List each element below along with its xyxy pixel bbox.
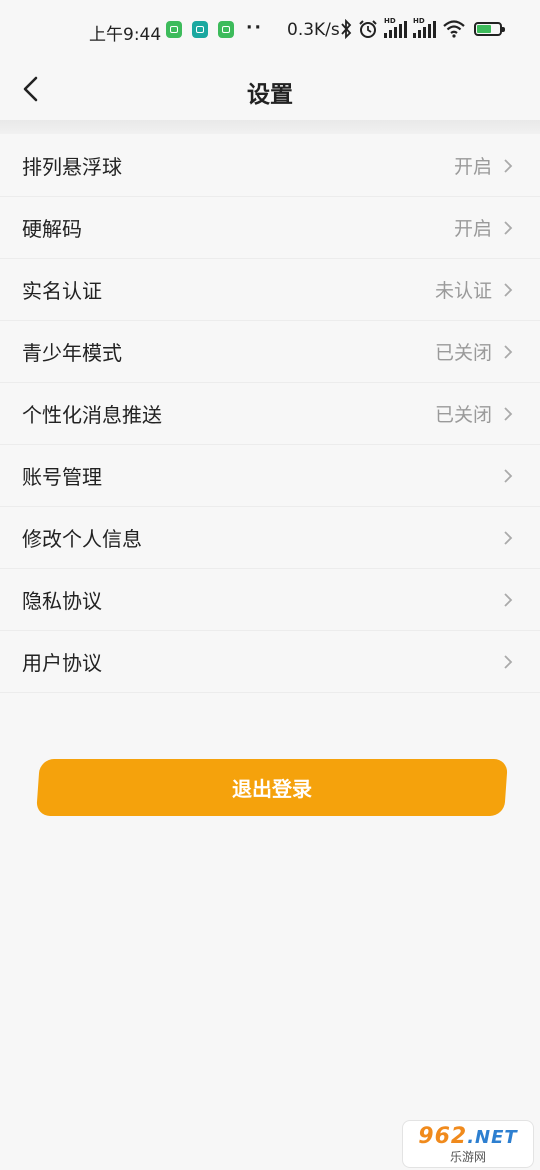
setting-label: 青少年模式 bbox=[22, 341, 122, 365]
alarm-icon bbox=[359, 20, 377, 38]
setting-row-user-agreement[interactable]: 用户协议 bbox=[0, 631, 540, 693]
more-notifications-icon: ·· bbox=[246, 18, 263, 38]
chevron-right-icon bbox=[500, 282, 516, 298]
battery-icon bbox=[474, 22, 505, 36]
setting-row-floating-ball[interactable]: 排列悬浮球 开启 bbox=[0, 135, 540, 197]
setting-value: 未认证 bbox=[434, 280, 492, 302]
signal-strength-icon: HD bbox=[384, 17, 407, 38]
setting-value: 已关闭 bbox=[434, 342, 492, 364]
section-divider bbox=[0, 120, 540, 134]
chevron-right-icon bbox=[500, 530, 516, 546]
settings-list: 排列悬浮球 开启 硬解码 开启 实名认证 未认证 青少年模式 已关闭 个性化消息… bbox=[0, 135, 540, 693]
app-notification-icon bbox=[166, 21, 182, 38]
page-title: 设置 bbox=[247, 82, 293, 108]
chevron-right-icon bbox=[500, 654, 516, 670]
logout-label: 退出登录 bbox=[232, 777, 312, 801]
setting-row-hardware-decode[interactable]: 硬解码 开启 bbox=[0, 197, 540, 259]
setting-value: 开启 bbox=[453, 156, 492, 178]
system-icons: HD HD bbox=[340, 17, 505, 39]
setting-row-privacy-policy[interactable]: 隐私协议 bbox=[0, 569, 540, 631]
setting-label: 硬解码 bbox=[22, 217, 82, 241]
setting-label: 排列悬浮球 bbox=[22, 155, 122, 179]
chevron-right-icon bbox=[500, 344, 516, 360]
setting-label: 修改个人信息 bbox=[22, 527, 142, 551]
setting-value: 开启 bbox=[453, 218, 492, 240]
setting-row-account-management[interactable]: 账号管理 bbox=[0, 445, 540, 507]
bluetooth-icon bbox=[341, 19, 352, 39]
setting-label: 账号管理 bbox=[22, 465, 102, 489]
watermark-domain: .NET bbox=[467, 1126, 518, 1148]
setting-label: 个性化消息推送 bbox=[22, 403, 162, 427]
watermark-subtitle: 乐游网 bbox=[449, 1149, 486, 1164]
status-bar: 上午9:44 ·· 0.3K/s HD HD bbox=[0, 0, 540, 62]
setting-row-push-notifications[interactable]: 个性化消息推送 已关闭 bbox=[0, 383, 540, 445]
setting-label: 用户协议 bbox=[22, 651, 102, 675]
nav-bar: 设置 bbox=[0, 62, 540, 116]
wifi-icon bbox=[443, 20, 465, 38]
chevron-right-icon bbox=[500, 158, 516, 174]
chevron-right-icon bbox=[500, 468, 516, 484]
chevron-right-icon bbox=[500, 220, 516, 236]
notification-icons bbox=[166, 21, 234, 38]
logout-button[interactable]: 退出登录 bbox=[36, 759, 508, 816]
setting-label: 隐私协议 bbox=[22, 589, 102, 613]
setting-row-real-name[interactable]: 实名认证 未认证 bbox=[0, 259, 540, 321]
setting-row-teen-mode[interactable]: 青少年模式 已关闭 bbox=[0, 321, 540, 383]
network-speed: 0.3K/s bbox=[287, 20, 340, 40]
watermark-brand: 962.NET bbox=[418, 1123, 518, 1149]
chevron-right-icon bbox=[500, 406, 516, 422]
status-time: 上午9:44 bbox=[89, 25, 162, 45]
setting-label: 实名认证 bbox=[22, 279, 102, 303]
signal-strength-icon: HD bbox=[413, 17, 436, 38]
app-notification-icon bbox=[192, 21, 208, 38]
setting-value: 已关闭 bbox=[434, 404, 492, 426]
setting-row-edit-profile[interactable]: 修改个人信息 bbox=[0, 507, 540, 569]
app-notification-icon bbox=[218, 21, 234, 38]
watermark-logo: 962.NET 乐游网 bbox=[402, 1120, 534, 1168]
chevron-right-icon bbox=[500, 592, 516, 608]
watermark-number: 962 bbox=[418, 1123, 468, 1149]
